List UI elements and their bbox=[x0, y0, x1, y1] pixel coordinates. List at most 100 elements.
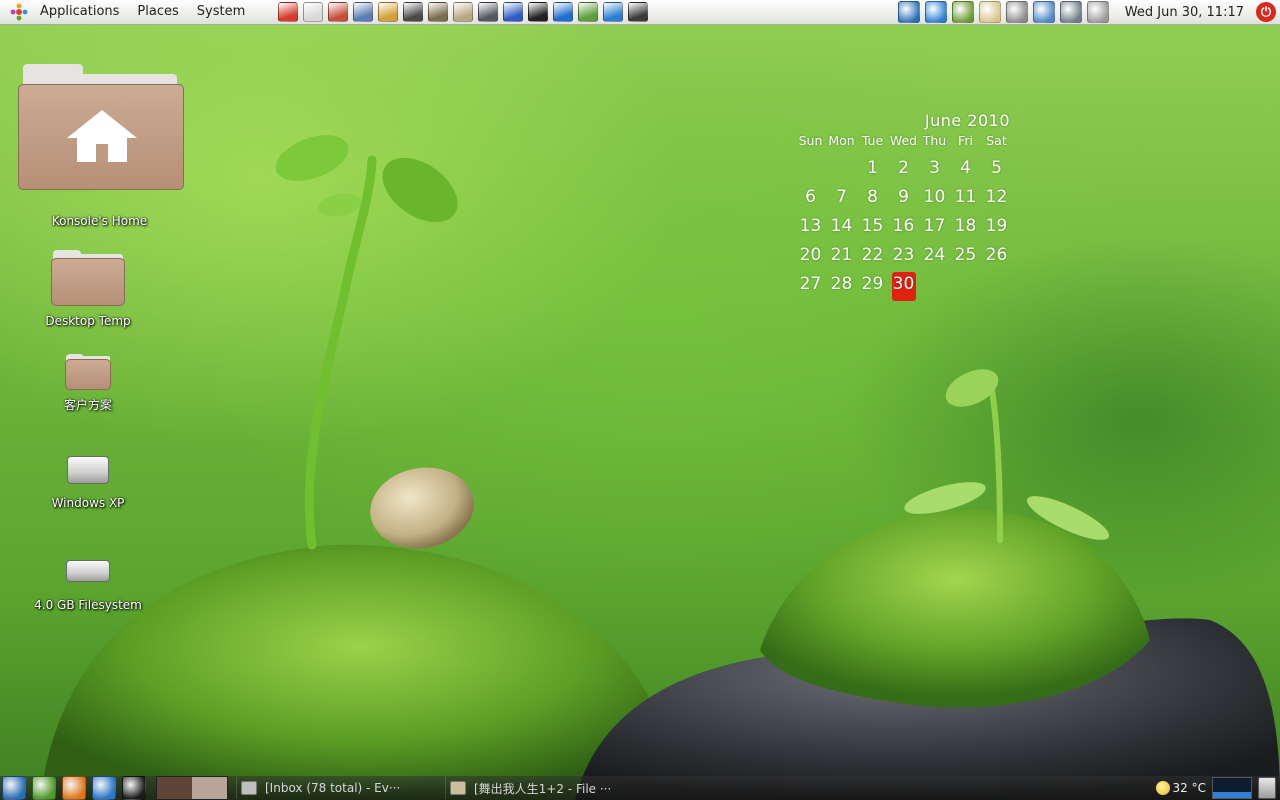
network-sphere-icon[interactable] bbox=[577, 2, 599, 22]
workspace-switcher bbox=[156, 776, 228, 800]
calendar-day[interactable]: 28 bbox=[826, 272, 857, 301]
calendar-weekday: Thu bbox=[922, 133, 947, 148]
swirl-logo-icon[interactable] bbox=[2, 776, 26, 800]
network-computers-icon[interactable] bbox=[1059, 1, 1082, 23]
desktop-icon-windows-xp[interactable]: Windows XP bbox=[28, 456, 148, 510]
calendar-blank-cell bbox=[826, 156, 857, 185]
weather-applet[interactable]: 32 °C bbox=[1155, 781, 1206, 795]
calculator-icon[interactable] bbox=[477, 2, 499, 22]
calendar-day[interactable]: 8 bbox=[857, 185, 888, 214]
desktop-icon-desktop-temp[interactable]: Desktop Temp bbox=[28, 248, 148, 328]
clipboard-icon[interactable] bbox=[978, 1, 1001, 23]
browser-globe-icon[interactable] bbox=[92, 776, 116, 800]
calendar-weekday: Fri bbox=[958, 133, 973, 148]
desktop-icon-home[interactable]: Konsole's Home bbox=[12, 62, 187, 228]
calendar-day[interactable]: 2 bbox=[888, 156, 919, 185]
globe-tray-icon[interactable] bbox=[951, 1, 974, 23]
calendar-day[interactable]: 21 bbox=[826, 243, 857, 272]
top-panel: Applications Places System Wed Jun 30, 1… bbox=[0, 0, 1280, 25]
desktop-icon-filesystem[interactable]: 4.0 GB Filesystem bbox=[18, 558, 158, 612]
calendar-weekday: Tue bbox=[861, 133, 884, 148]
document-viewer-icon[interactable] bbox=[352, 2, 374, 22]
task-button-mail[interactable]: [Inbox (78 total) - Ev··· bbox=[236, 777, 441, 799]
calendar-widget[interactable]: June 2010 Sun Mon Tue Wed Thu Fri Sat 12345678… bbox=[795, 111, 1015, 301]
download-swirl-icon[interactable] bbox=[897, 1, 920, 23]
calendar-day[interactable]: 11 bbox=[950, 185, 981, 214]
web-browser-globe-icon[interactable] bbox=[552, 2, 574, 22]
trash-icon[interactable] bbox=[1258, 777, 1276, 799]
system-monitor-graph[interactable] bbox=[1212, 777, 1252, 799]
calendar-day[interactable]: 4 bbox=[950, 156, 981, 185]
water-drop-tray-icon[interactable] bbox=[924, 1, 947, 23]
water-drop-icon-glyph bbox=[603, 2, 624, 22]
system-menu[interactable]: System bbox=[189, 0, 255, 24]
bottom-panel-applets: 32 °C bbox=[1155, 777, 1276, 799]
calendar-day[interactable]: 26 bbox=[981, 243, 1012, 272]
applications-logo-icon[interactable] bbox=[8, 1, 30, 23]
desktop-icon-label: Konsole's Home bbox=[51, 214, 148, 228]
places-menu[interactable]: Places bbox=[129, 0, 188, 24]
power-icon[interactable]: ⏻ bbox=[1256, 2, 1276, 22]
calendar-day[interactable]: 14 bbox=[826, 214, 857, 243]
sticky-notes-icon[interactable] bbox=[302, 2, 324, 22]
water-drop-icon[interactable] bbox=[602, 2, 624, 22]
qq-penguin-icon-glyph bbox=[528, 2, 549, 22]
volume-muted-icon[interactable] bbox=[1005, 1, 1028, 23]
workspace-1[interactable] bbox=[157, 777, 192, 799]
mail-client-icon[interactable] bbox=[327, 2, 349, 22]
calendar-day[interactable]: 10 bbox=[919, 185, 950, 214]
calendar-day[interactable]: 12 bbox=[981, 185, 1012, 214]
terminal-icon[interactable] bbox=[122, 776, 146, 800]
calendar-day[interactable]: 19 bbox=[981, 214, 1012, 243]
camera-icon-glyph bbox=[403, 2, 424, 22]
qq-penguin-icon[interactable] bbox=[527, 2, 549, 22]
calendar-day[interactable]: 27 bbox=[795, 272, 826, 301]
calendar-day[interactable]: 22 bbox=[857, 243, 888, 272]
home-folder-icon bbox=[15, 62, 185, 192]
file-window-icon bbox=[450, 781, 466, 795]
calendar-day[interactable]: 13 bbox=[795, 214, 826, 243]
screenshot-icon[interactable] bbox=[1032, 1, 1055, 23]
monitor-icon[interactable] bbox=[627, 2, 649, 22]
firefox-icon[interactable] bbox=[62, 776, 86, 800]
calendar-today[interactable]: 30 bbox=[891, 272, 916, 301]
desktop-icon-label: Desktop Temp bbox=[45, 314, 131, 328]
calendar-day[interactable]: 20 bbox=[795, 243, 826, 272]
workspace-2[interactable] bbox=[192, 777, 227, 799]
calendar-day[interactable]: 17 bbox=[919, 214, 950, 243]
calendar-day[interactable]: 9 bbox=[888, 185, 919, 214]
house-icon bbox=[66, 110, 137, 162]
mail-send-icon-glyph bbox=[278, 2, 299, 22]
calendar-weekday: Sat bbox=[986, 133, 1007, 148]
panel-clock[interactable]: Wed Jun 30, 11:17 bbox=[1113, 5, 1252, 20]
desktop-icon-client-plans[interactable]: 客户方案 bbox=[38, 352, 138, 413]
calendar-day[interactable]: 1 bbox=[857, 156, 888, 185]
calendar-day[interactable]: 24 bbox=[919, 243, 950, 272]
camera-icon[interactable] bbox=[402, 2, 424, 22]
calendar-day[interactable]: 7 bbox=[826, 185, 857, 214]
mail-send-icon[interactable] bbox=[277, 2, 299, 22]
calendar-day[interactable]: 16 bbox=[888, 214, 919, 243]
calendar-day[interactable]: 3 bbox=[919, 156, 950, 185]
image-viewer-icon[interactable] bbox=[452, 2, 474, 22]
network-sphere-icon-glyph bbox=[578, 2, 599, 22]
calendar-day[interactable]: 15 bbox=[857, 214, 888, 243]
mail-client-icon-glyph bbox=[328, 2, 349, 22]
applications-menu[interactable]: Applications bbox=[32, 0, 129, 24]
task-list: [Inbox (78 total) - Ev··· [舞出我人生1+2 - Fi… bbox=[236, 777, 650, 799]
tools-icon[interactable] bbox=[377, 2, 399, 22]
calendar-day[interactable]: 29 bbox=[857, 272, 888, 301]
calendar-day[interactable]: 23 bbox=[888, 243, 919, 272]
presentation-icon[interactable] bbox=[502, 2, 524, 22]
gimp-icon[interactable] bbox=[427, 2, 449, 22]
task-button-file[interactable]: [舞出我人生1+2 - File ··· bbox=[445, 777, 650, 799]
show-desktop-icon[interactable] bbox=[32, 776, 56, 800]
calendar-day[interactable]: 5 bbox=[981, 156, 1012, 185]
main-menu-bar: Applications Places System bbox=[0, 0, 255, 24]
calendar-day[interactable]: 25 bbox=[950, 243, 981, 272]
task-label: [Inbox (78 total) - Ev··· bbox=[265, 781, 401, 795]
calendar-day[interactable]: 6 bbox=[795, 185, 826, 214]
mail-envelope-icon[interactable] bbox=[1086, 1, 1109, 23]
folder-icon bbox=[64, 352, 112, 390]
calendar-day[interactable]: 18 bbox=[950, 214, 981, 243]
